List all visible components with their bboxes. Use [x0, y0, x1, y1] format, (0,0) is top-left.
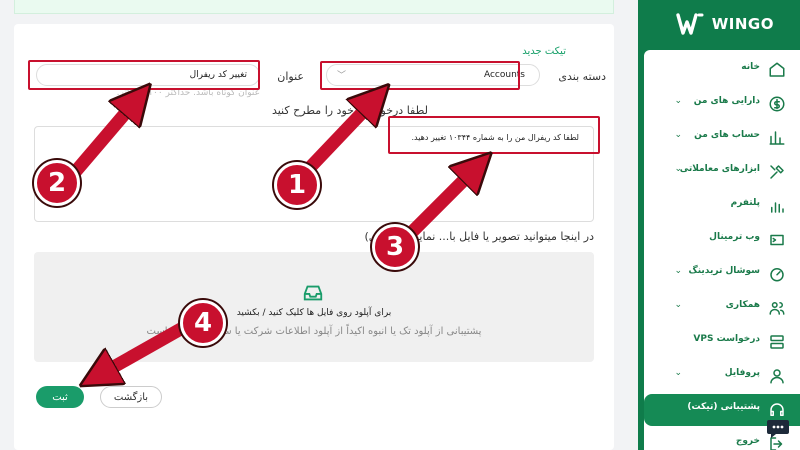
sidebar-item-tools[interactable]: ابزارهای معاملاتی ⌄ — [644, 156, 800, 188]
chart-icon — [769, 131, 785, 145]
sidebar-item-label: ابزارهای معاملاتی — [679, 164, 760, 174]
sidebar-item-label: خانه — [741, 62, 760, 72]
home-icon — [769, 62, 785, 77]
step-number-1: 1 — [274, 162, 320, 208]
inbox-icon — [303, 285, 323, 301]
wingo-logo-icon — [676, 13, 704, 35]
form-title: تیکت جدید — [522, 46, 566, 57]
content-gutter — [622, 0, 638, 450]
upload-instruction: برای آپلود روی فایل ها کلیک کنید / بکشید — [236, 308, 392, 318]
category-label: دسته بندی — [558, 70, 606, 83]
upload-note: پشتیبانی از آپلود تک یا انبوه اکیداً از … — [146, 326, 482, 337]
sidebar-item-label: حساب های من — [694, 130, 760, 140]
sidebar-item-users[interactable]: همکاری ⌄ — [644, 292, 800, 324]
speedometer-icon — [770, 268, 784, 282]
submit-button[interactable]: ثبت — [36, 386, 84, 408]
users-icon — [769, 302, 785, 315]
server-icon — [770, 335, 784, 349]
chevron-down-icon: ⌄ — [674, 130, 682, 140]
brand-name: WINGO — [711, 15, 774, 33]
file-upload-dropzone[interactable]: برای آپلود روی فایل ها کلیک کنید / بکشید… — [34, 252, 594, 362]
back-button[interactable]: بازگشت — [100, 386, 162, 408]
step-number-4: 4 — [180, 300, 226, 346]
highlight-subject — [28, 60, 260, 90]
sidebar-item-home[interactable]: خانه — [644, 54, 800, 86]
brand-logo[interactable]: WINGO — [676, 12, 774, 36]
sidebar-item-terminal[interactable]: وب ترمینال — [644, 224, 800, 256]
sidebar-item-label: درخواست VPS — [693, 334, 760, 344]
tools-icon — [770, 165, 784, 179]
headset-icon — [770, 403, 784, 416]
step-number-2: 2 — [34, 160, 80, 206]
sidebar-item-label: سوشال تریدینگ — [688, 266, 761, 276]
sidebar-item-label: پشتیبانی (تیکت) — [687, 402, 760, 412]
sidebar-item-speedometer[interactable]: سوشال تریدینگ ⌄ — [644, 258, 800, 290]
sidebar-item-user[interactable]: پروفایل ⌄ — [644, 360, 800, 392]
chevron-down-icon: ⌄ — [674, 368, 682, 378]
step-number-3: 3 — [372, 224, 418, 270]
highlight-category — [320, 61, 520, 90]
sidebar-item-label: وب ترمینال — [709, 232, 760, 242]
chevron-down-icon: ⌄ — [674, 164, 682, 174]
chevron-down-icon: ⌄ — [674, 300, 682, 310]
sidebar-item-label: پلتفرم — [730, 198, 760, 208]
sidebar-item-label: خروج — [735, 436, 760, 446]
sidebar-item-label: دارایی های من — [693, 96, 760, 106]
chat-icon[interactable] — [766, 418, 790, 440]
sidebar-item-platform[interactable]: پلتفرم — [644, 190, 800, 222]
sidebar-item-label: پروفایل — [724, 368, 760, 378]
user-icon — [770, 369, 784, 384]
sidebar-item-label: همکاری — [725, 300, 760, 310]
sidebar-item-dollar[interactable]: دارایی های من ⌄ — [644, 88, 800, 120]
sidebar-item-server[interactable]: درخواست VPS — [644, 326, 800, 358]
subject-label: عنوان — [277, 70, 304, 83]
chevron-down-icon: ⌄ — [674, 96, 682, 106]
dollar-icon — [769, 96, 785, 112]
sidebar-item-chart[interactable]: حساب های من ⌄ — [644, 122, 800, 154]
chevron-down-icon: ⌄ — [674, 266, 682, 276]
top-banner — [14, 0, 614, 14]
platform-icon — [771, 202, 784, 213]
terminal-icon — [770, 234, 784, 246]
highlight-message — [388, 116, 600, 154]
